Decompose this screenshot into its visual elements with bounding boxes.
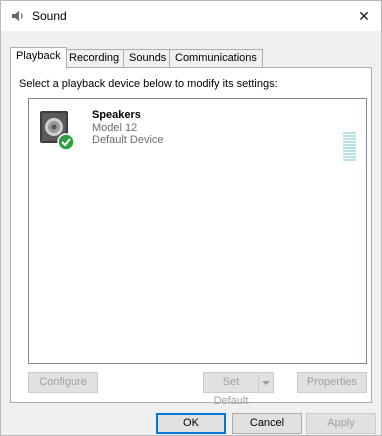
- tab-recording[interactable]: Recording: [63, 49, 126, 68]
- device-list[interactable]: Speakers Model 12 Default Device: [28, 98, 367, 364]
- title-bar: Sound ✕: [1, 1, 381, 31]
- set-default-dropdown[interactable]: [258, 372, 274, 393]
- instruction-text: Select a playback device below to modify…: [19, 78, 278, 90]
- set-default-button[interactable]: Set Default: [203, 372, 259, 407]
- list-item-speakers[interactable]: Speakers Model 12 Default Device: [38, 108, 358, 161]
- window-title: Sound: [32, 9, 67, 23]
- cancel-button[interactable]: Cancel: [232, 413, 302, 434]
- apply-button[interactable]: Apply: [306, 413, 376, 434]
- ok-button[interactable]: OK: [156, 413, 226, 434]
- device-status: Default Device: [92, 134, 164, 146]
- speaker-icon: [12, 11, 23, 21]
- tab-sounds[interactable]: Sounds: [123, 49, 173, 68]
- tab-communications[interactable]: Communications: [169, 49, 263, 68]
- speakers-icon: [40, 111, 75, 151]
- properties-button[interactable]: Properties: [297, 372, 367, 393]
- device-model: Model 12: [92, 122, 138, 134]
- close-button[interactable]: ✕: [351, 4, 377, 28]
- chevron-down-icon: [262, 381, 270, 385]
- tab-playback[interactable]: Playback: [10, 47, 67, 69]
- device-name: Speakers: [92, 109, 141, 121]
- volume-level-meter: [343, 132, 356, 162]
- configure-button[interactable]: Configure: [28, 372, 98, 393]
